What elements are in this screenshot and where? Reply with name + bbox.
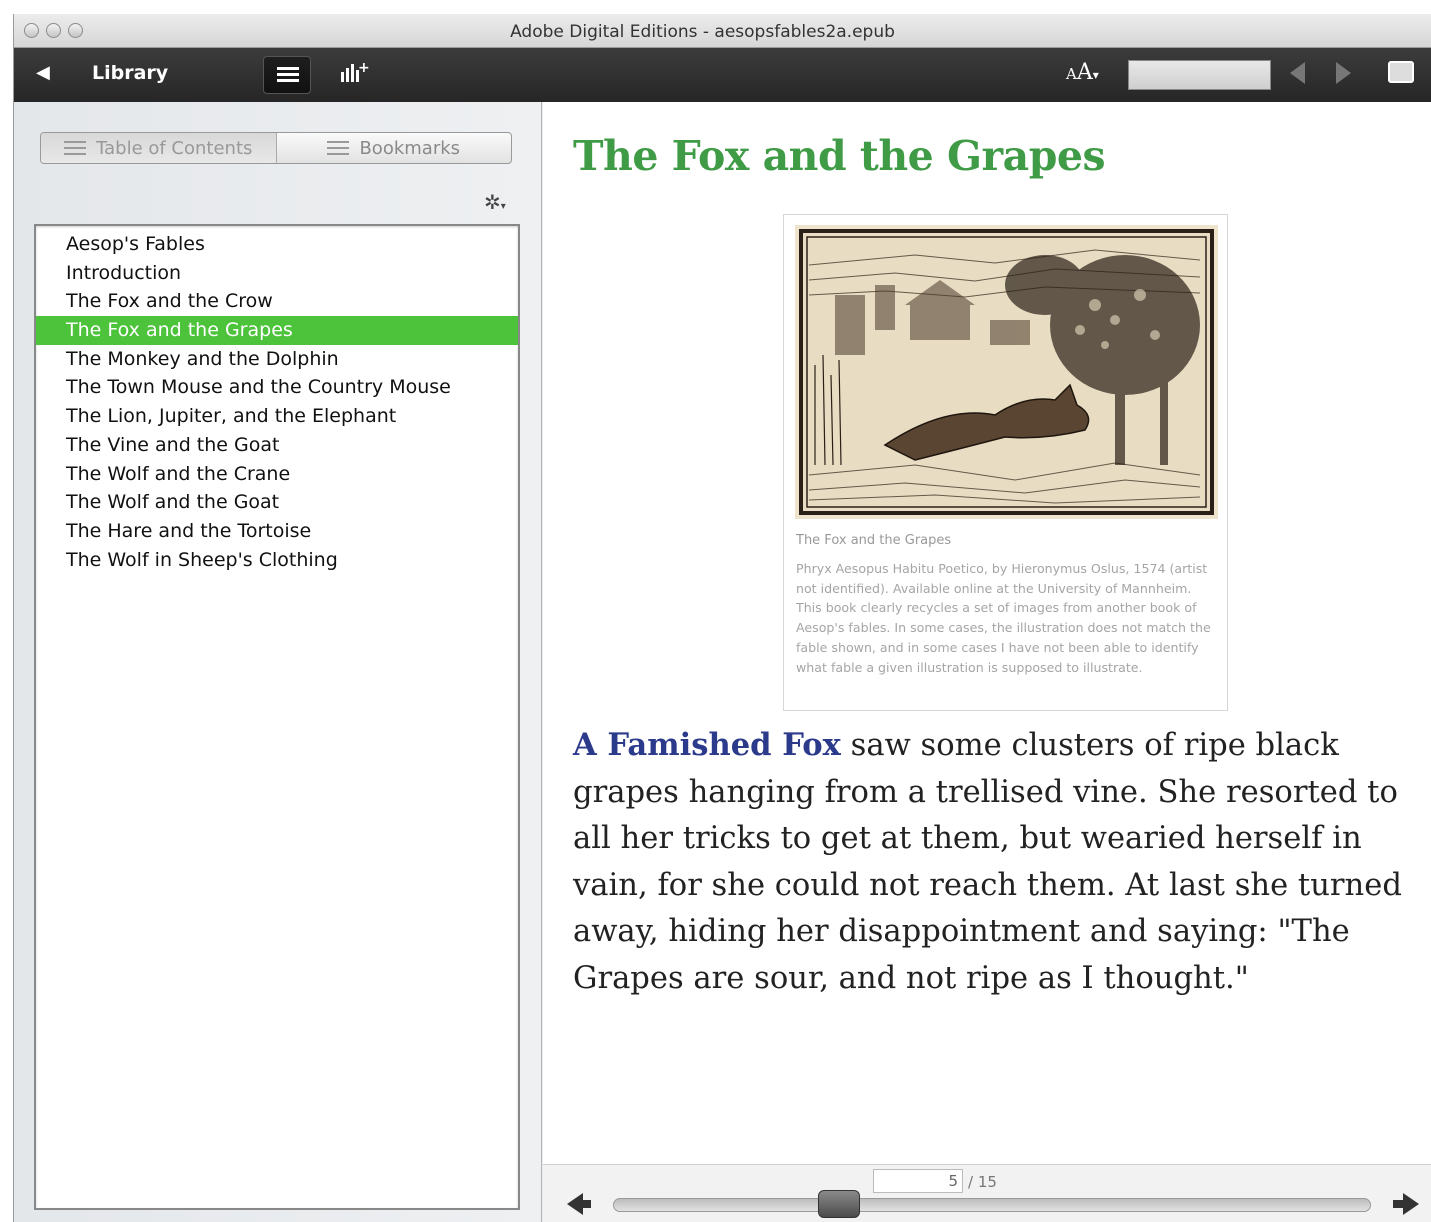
toc-item[interactable]: The Wolf in Sheep's Clothing — [36, 546, 518, 575]
gear-icon[interactable]: ✲▾ — [484, 190, 506, 214]
chapter-title: The Fox and the Grapes — [573, 132, 1106, 180]
tab-bookmarks[interactable]: Bookmarks — [277, 133, 512, 163]
bookshelf-add-icon[interactable]: + — [339, 60, 370, 86]
fable-body: saw some clusters of ripe black grapes h… — [573, 728, 1402, 996]
illustration-figure: The Fox and the Grapes Phryx Aesopus Hab… — [783, 214, 1228, 711]
woodcut-illustration — [795, 225, 1218, 519]
toc-item[interactable]: The Monkey and the Dolphin — [36, 345, 518, 374]
figure-title: The Fox and the Grapes — [796, 533, 952, 548]
search-input[interactable] — [1128, 60, 1271, 90]
toc-item[interactable]: Introduction — [36, 259, 518, 288]
sidebar-tab-switcher: Table of Contents Bookmarks — [40, 132, 512, 164]
toc-item-selected[interactable]: The Fox and the Grapes — [36, 316, 518, 345]
page-navigation-bar: 5 / 15 — [543, 1164, 1431, 1222]
previous-page-arrow-icon[interactable] — [567, 1193, 591, 1215]
toc-item[interactable]: The Wolf and the Goat — [36, 488, 518, 517]
toc-item[interactable]: The Fox and the Crow — [36, 287, 518, 316]
reading-pane: The Fox and the Grapes The Fox and the G… — [543, 102, 1431, 1164]
page-number-input[interactable]: 5 — [873, 1169, 963, 1193]
back-arrow-icon[interactable]: ◀ — [36, 62, 50, 83]
toc-item[interactable]: Aesop's Fables — [36, 230, 518, 259]
title-bar: Adobe Digital Editions - aesopsfables2a.… — [14, 14, 1431, 48]
fable-text: A Famished Fox saw some clusters of ripe… — [573, 722, 1403, 1002]
toolbar: ◀ Library + AA▾ — [14, 48, 1431, 102]
search-previous-icon[interactable] — [1290, 62, 1312, 88]
list-view-icon[interactable] — [263, 56, 311, 94]
tab-table-of-contents[interactable]: Table of Contents — [41, 133, 277, 163]
page-total: / 15 — [968, 1173, 997, 1191]
fullscreen-icon[interactable] — [1388, 61, 1414, 83]
library-button[interactable]: Library — [92, 62, 168, 84]
page-slider-track[interactable] — [613, 1198, 1371, 1212]
toc-item[interactable]: The Hare and the Tortoise — [36, 517, 518, 546]
search-next-icon[interactable] — [1336, 62, 1358, 88]
bookmarks-list-icon — [327, 141, 350, 155]
toc-item[interactable]: The Vine and the Goat — [36, 431, 518, 460]
fable-lead: A Famished Fox — [573, 727, 841, 763]
toc-list: Aesop's Fables Introduction The Fox and … — [34, 224, 520, 1210]
toc-item[interactable]: The Wolf and the Crane — [36, 460, 518, 489]
page-slider-thumb[interactable] — [817, 1190, 860, 1218]
contents-list-icon — [64, 141, 87, 155]
next-page-arrow-icon[interactable] — [1393, 1193, 1419, 1215]
toc-item[interactable]: The Town Mouse and the Country Mouse — [36, 373, 518, 402]
window-title: Adobe Digital Editions - aesopsfables2a.… — [510, 22, 895, 42]
figure-caption: Phryx Aesopus Habitu Poetico, by Hierony… — [796, 561, 1211, 675]
toc-item[interactable]: The Lion, Jupiter, and the Elephant — [36, 402, 518, 431]
font-size-icon[interactable]: AA▾ — [1066, 60, 1099, 85]
app-window: Adobe Digital Editions - aesopsfables2a.… — [13, 14, 1431, 1222]
sidebar: Table of Contents Bookmarks ✲▾ Aesop's F… — [14, 102, 542, 1222]
